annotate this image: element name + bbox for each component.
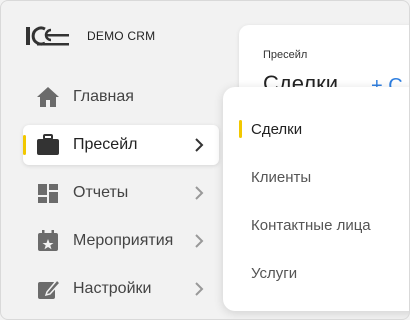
sidebar-item-label: Мероприятия	[73, 232, 174, 249]
edit-settings-icon	[38, 278, 61, 299]
sidebar-item-label: Пресейл	[73, 136, 138, 153]
sidebar-item-events[interactable]: Мероприятия	[23, 221, 219, 261]
app-window: DEMO CRM Главная Пресейл Отчеты Мероприя…	[0, 0, 410, 320]
submenu-item-contacts[interactable]: Контактные лица	[223, 207, 409, 243]
submenu-item-label: Сделки	[251, 121, 303, 138]
chevron-right-icon	[195, 138, 204, 152]
presale-submenu: Сделки Клиенты Контактные лица Услуги	[223, 87, 409, 311]
submenu-item-label: Клиенты	[251, 169, 312, 186]
sidebar-item-settings[interactable]: Настройки	[23, 269, 219, 309]
app-logo[interactable]: DEMO CRM	[25, 25, 155, 47]
sidebar-item-label: Настройки	[73, 280, 152, 297]
logo-1c-icon	[26, 26, 69, 46]
app-name: DEMO CRM	[87, 29, 156, 43]
sidebar-item-label: Отчеты	[73, 184, 129, 201]
chevron-right-icon	[195, 282, 204, 296]
submenu-item-services[interactable]: Услуги	[223, 255, 409, 291]
sidebar-item-home[interactable]: Главная	[23, 77, 219, 117]
dashboard-icon	[38, 184, 58, 203]
sidebar-item-presale[interactable]: Пресейл	[23, 125, 219, 165]
submenu-item-deals[interactable]: Сделки	[223, 111, 409, 147]
calendar-star-icon	[38, 230, 58, 251]
sidebar-item-reports[interactable]: Отчеты	[23, 173, 219, 213]
briefcase-icon	[37, 134, 59, 155]
sidebar-item-label: Главная	[73, 88, 134, 105]
chevron-right-icon	[195, 186, 204, 200]
submenu-item-clients[interactable]: Клиенты	[223, 159, 409, 195]
chevron-right-icon	[195, 234, 204, 248]
home-icon	[37, 87, 59, 107]
breadcrumb[interactable]: Пресейл	[263, 49, 307, 61]
submenu-item-label: Услуги	[251, 265, 298, 282]
submenu-item-label: Контактные лица	[251, 217, 371, 234]
